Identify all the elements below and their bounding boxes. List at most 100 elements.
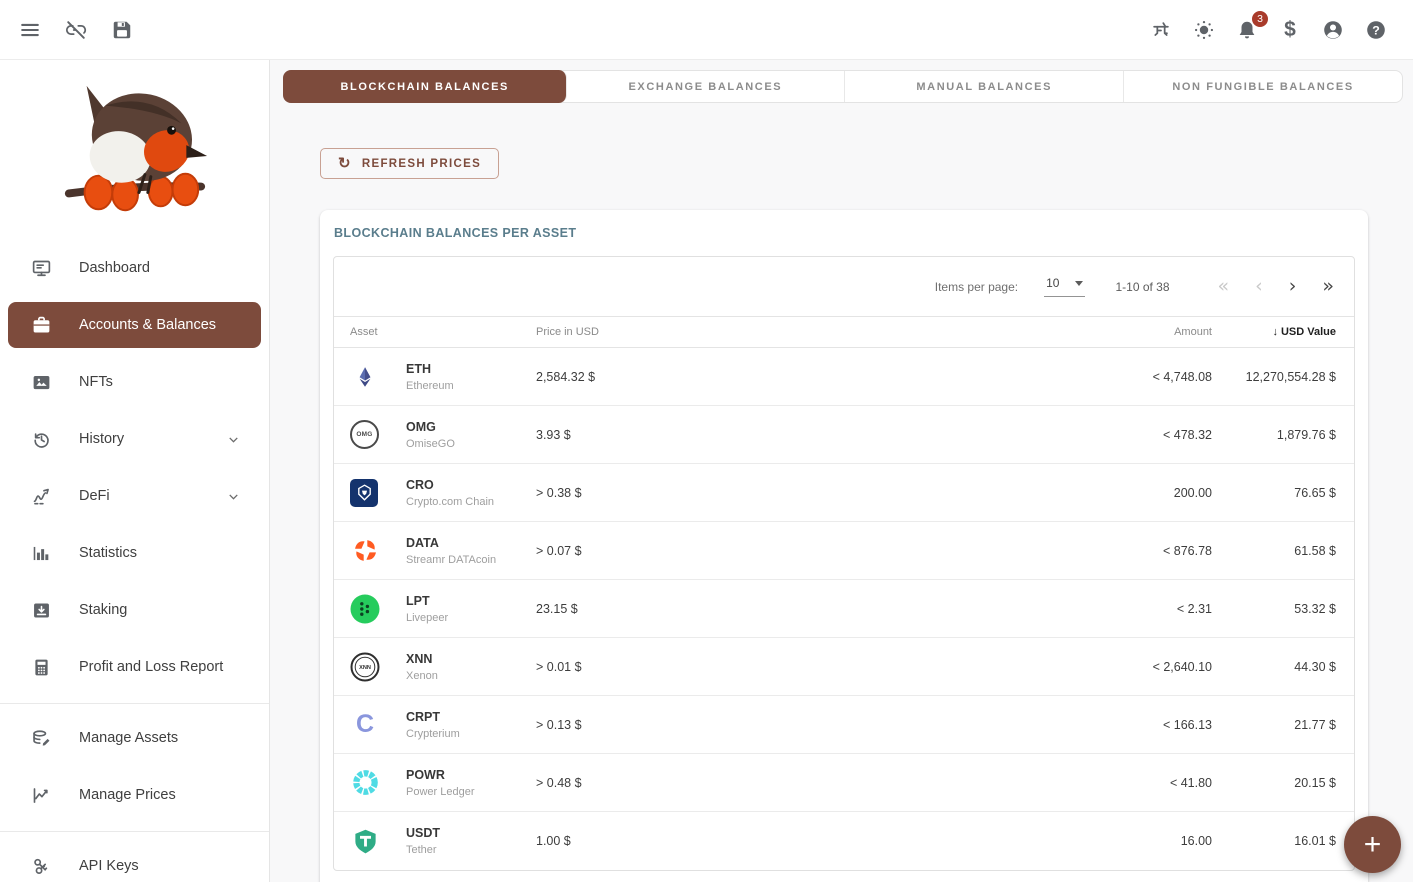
sidebar-item-label: Manage Prices (79, 787, 176, 803)
asset-name: OmiseGO (406, 438, 536, 450)
powr-coin-icon (350, 768, 406, 798)
table-row-cro[interactable]: CROCrypto.com Chain> 0.38 $200.0076.65 $ (334, 464, 1354, 522)
sidebar-item-label: History (79, 431, 124, 447)
table-row-lpt[interactable]: LPTLivepeer23.15 $< 2.3153.32 $ (334, 580, 1354, 638)
asset-name: Ethereum (406, 380, 536, 392)
asset-cell: XNNXenon (406, 652, 536, 682)
pinned-icon[interactable] (1149, 18, 1173, 42)
asset-symbol: DATA (406, 536, 536, 550)
sort-desc-icon: ↓ (1272, 326, 1278, 338)
tab-blockchain-balances[interactable]: BLOCKCHAIN BALANCES (283, 70, 567, 103)
sidebar-item-label: Dashboard (79, 260, 150, 276)
sidebar-item-nfts[interactable]: NFTs (8, 359, 261, 405)
amount-cell: < 41.80 (1062, 776, 1212, 790)
table-row-crpt[interactable]: CCRPTCrypterium> 0.13 $< 166.1321.77 $ (334, 696, 1354, 754)
next-page-button[interactable]: › (1289, 277, 1297, 296)
table-row-powr[interactable]: POWRPower Ledger> 0.48 $< 41.8020.15 $ (334, 754, 1354, 812)
sidebar: Dashboard Accounts & Balances NFTs History D… (0, 60, 270, 882)
asset-name: Crypterium (406, 728, 536, 740)
table-row-usdt[interactable]: USDTTether1.00 $16.0016.01 $ (334, 812, 1354, 870)
last-page-button[interactable]: » (1322, 277, 1334, 296)
tab-non-fungible-balances[interactable]: NON FUNGIBLE BALANCES (1124, 71, 1402, 102)
asset-cell: LPTLivepeer (406, 594, 536, 624)
table-row-data[interactable]: DATAStreamr DATAcoin> 0.07 $< 876.7861.5… (334, 522, 1354, 580)
sidebar-item-defi[interactable]: DeFi (8, 473, 261, 519)
menu-icon[interactable] (18, 18, 42, 42)
usd-value-cell: 53.32 $ (1212, 602, 1336, 616)
sidebar-item-statistics[interactable]: Statistics (8, 530, 261, 576)
sidebar-item-dashboard[interactable]: Dashboard (8, 245, 261, 291)
column-header-price[interactable]: Price in USD (536, 326, 1062, 338)
history-icon (30, 428, 52, 450)
currency-icon[interactable]: $ (1278, 18, 1302, 42)
price-cell: 2,584.32 $ (536, 370, 1062, 384)
asset-cell: ETH Ethereum (406, 362, 536, 392)
data-coin-icon (350, 536, 406, 566)
sidebar-item-accounts-and-balances[interactable]: Accounts & Balances (8, 302, 261, 348)
asset-symbol: CRPT (406, 710, 536, 724)
help-icon[interactable]: ? (1364, 18, 1388, 42)
sidebar-item-staking[interactable]: Staking (8, 587, 261, 633)
calculator-icon (30, 656, 52, 678)
caret-down-icon (1075, 281, 1083, 286)
sidebar-item-label: API Keys (79, 858, 139, 874)
amount-cell: < 4,748.08 (1062, 370, 1212, 384)
sidebar-item-api-keys[interactable]: API Keys (8, 843, 261, 882)
add-account-fab[interactable]: + (1344, 816, 1401, 873)
usd-value-cell: 1,879.76 $ (1212, 428, 1336, 442)
amount-cell: < 876.78 (1062, 544, 1212, 558)
notifications-icon[interactable]: 3 (1235, 18, 1259, 42)
page-controls: « ‹ › » (1192, 277, 1334, 296)
asset-name: Xenon (406, 670, 536, 682)
column-header-usd-value[interactable]: ↓USD Value (1212, 326, 1336, 338)
items-per-page-select[interactable]: 10 (1044, 276, 1085, 297)
top-bar: 3 $? (0, 0, 1413, 60)
tab-exchange-balances[interactable]: EXCHANGE BALANCES (566, 71, 845, 102)
theme-icon[interactable] (1192, 18, 1216, 42)
sidebar-item-label: Staking (79, 602, 127, 618)
sidebar-nav: Dashboard Accounts & Balances NFTs History D… (0, 245, 269, 882)
sidebar-item-label: Accounts & Balances (79, 317, 216, 333)
briefcase-icon (30, 314, 52, 336)
usd-value-cell: 21.77 $ (1212, 718, 1336, 732)
save-icon[interactable] (110, 18, 134, 42)
sidebar-item-history[interactable]: History (8, 416, 261, 462)
tab-manual-balances[interactable]: MANUAL BALANCES (845, 71, 1124, 102)
pagination: Items per page: 10 1-10 of 38 «‹›» (334, 257, 1354, 317)
table-row-eth[interactable]: ETH Ethereum2,584.32 $< 4,748.0812,270,55… (334, 348, 1354, 406)
column-header-asset[interactable]: Asset (350, 326, 536, 338)
asset-symbol: ETH (406, 362, 536, 376)
table-row-xnn[interactable]: XNNXNNXenon> 0.01 $< 2,640.1044.30 $ (334, 638, 1354, 696)
first-page-button[interactable]: « (1218, 277, 1230, 296)
topbar-right-icons: 3 $? (1149, 18, 1388, 42)
refresh-prices-label: REFRESH PRICES (362, 158, 481, 170)
usd-value-cell: 12,270,554.28 $ (1212, 370, 1336, 384)
eth-coin-icon (350, 362, 406, 392)
asset-name: Livepeer (406, 612, 536, 624)
amount-cell: 16.00 (1062, 834, 1212, 848)
refresh-prices-button[interactable]: ↻ REFRESH PRICES (320, 148, 499, 179)
usd-value-cell: 20.15 $ (1212, 776, 1336, 790)
items-per-page-value: 10 (1046, 276, 1059, 290)
blockchain-balances-card: BLOCKCHAIN BALANCES PER ASSET Items per … (320, 210, 1368, 882)
amount-cell: < 2,640.10 (1062, 660, 1212, 674)
image-icon (30, 371, 52, 393)
price-cell: > 0.07 $ (536, 544, 1062, 558)
sidebar-item-label: Manage Assets (79, 730, 178, 746)
asset-cell: DATAStreamr DATAcoin (406, 536, 536, 566)
price-cell: 23.15 $ (536, 602, 1062, 616)
amount-cell: < 478.32 (1062, 428, 1212, 442)
column-header-amount[interactable]: Amount (1062, 326, 1212, 338)
svg-text:?: ? (1372, 23, 1380, 37)
sidebar-item-profit-and-loss-report[interactable]: Profit and Loss Report (8, 644, 261, 690)
previous-page-button[interactable]: ‹ (1255, 277, 1263, 296)
link-off-icon[interactable] (64, 18, 88, 42)
table-row-omg[interactable]: OMGOMGOmiseGO3.93 $< 478.321,879.76 $ (334, 406, 1354, 464)
sidebar-item-manage-assets[interactable]: Manage Assets (8, 715, 261, 761)
asset-name: Tether (406, 844, 536, 856)
statistics-icon (30, 542, 52, 564)
usd-value-cell: 76.65 $ (1212, 486, 1336, 500)
price-cell: 3.93 $ (536, 428, 1062, 442)
sidebar-item-manage-prices[interactable]: Manage Prices (8, 772, 261, 818)
account-icon[interactable] (1321, 18, 1345, 42)
